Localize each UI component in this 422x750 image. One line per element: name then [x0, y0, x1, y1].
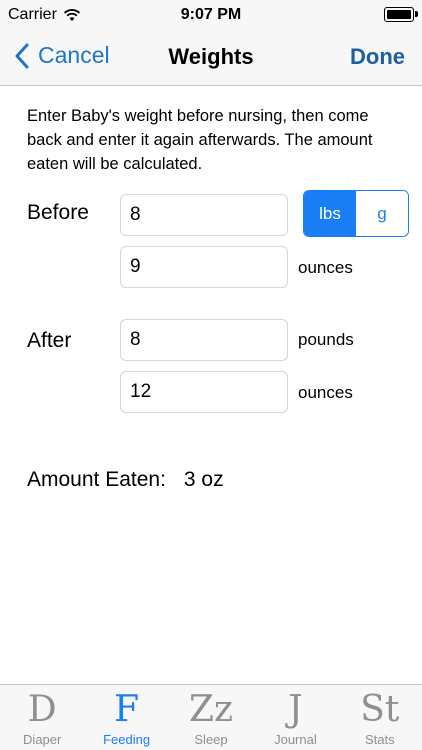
after-ounces-field[interactable]: 12 — [120, 371, 288, 413]
tab-label: Diaper — [23, 732, 62, 747]
amount-eaten: Amount Eaten: 3 oz — [27, 468, 224, 492]
journal-icon: J — [288, 689, 303, 730]
instructions-text: Enter Baby's weight before nursing, then… — [27, 107, 373, 173]
navigation-bar: Cancel Weights Done — [0, 30, 422, 86]
stats-icon: St — [360, 689, 400, 730]
done-button[interactable]: Done — [350, 44, 405, 70]
status-bar: Carrier 9:07 PM — [0, 0, 422, 30]
after-pounds-field[interactable]: 8 — [120, 319, 288, 361]
tab-bar: D Diaper F Feeding Zz Sleep J Journal St… — [0, 684, 422, 750]
after-label: After — [27, 329, 72, 352]
sleep-icon: Zz — [189, 689, 233, 730]
before-pounds-field[interactable]: 8 — [120, 194, 288, 236]
tab-diaper[interactable]: D Diaper — [0, 685, 84, 750]
unit-option-g[interactable]: g — [356, 191, 408, 236]
before-ounces-field[interactable]: 9 — [120, 246, 288, 288]
tab-label: Journal — [274, 732, 317, 747]
amount-eaten-label: Amount Eaten: — [27, 468, 166, 491]
feeding-icon: F — [114, 689, 140, 730]
tab-feeding[interactable]: F Feeding — [84, 685, 168, 750]
before-label: Before — [27, 201, 89, 224]
after-pounds-unit: pounds — [298, 330, 354, 349]
tab-label: Sleep — [194, 732, 228, 747]
tab-label: Stats — [365, 732, 395, 747]
tab-label: Feeding — [103, 732, 151, 747]
battery-fill — [387, 10, 411, 19]
tab-stats[interactable]: St Stats — [338, 685, 422, 750]
diaper-icon: D — [27, 689, 57, 730]
tab-sleep[interactable]: Zz Sleep — [169, 685, 253, 750]
unit-toggle: lbs g — [303, 190, 409, 237]
tab-journal[interactable]: J Journal — [253, 685, 337, 750]
after-ounces-unit: ounces — [298, 383, 353, 402]
status-time: 9:07 PM — [180, 6, 242, 23]
amount-eaten-value: 3 oz — [183, 468, 224, 491]
battery-icon — [384, 7, 418, 22]
before-ounces-unit: ounces — [298, 258, 353, 277]
unit-option-lbs[interactable]: lbs — [304, 191, 356, 236]
